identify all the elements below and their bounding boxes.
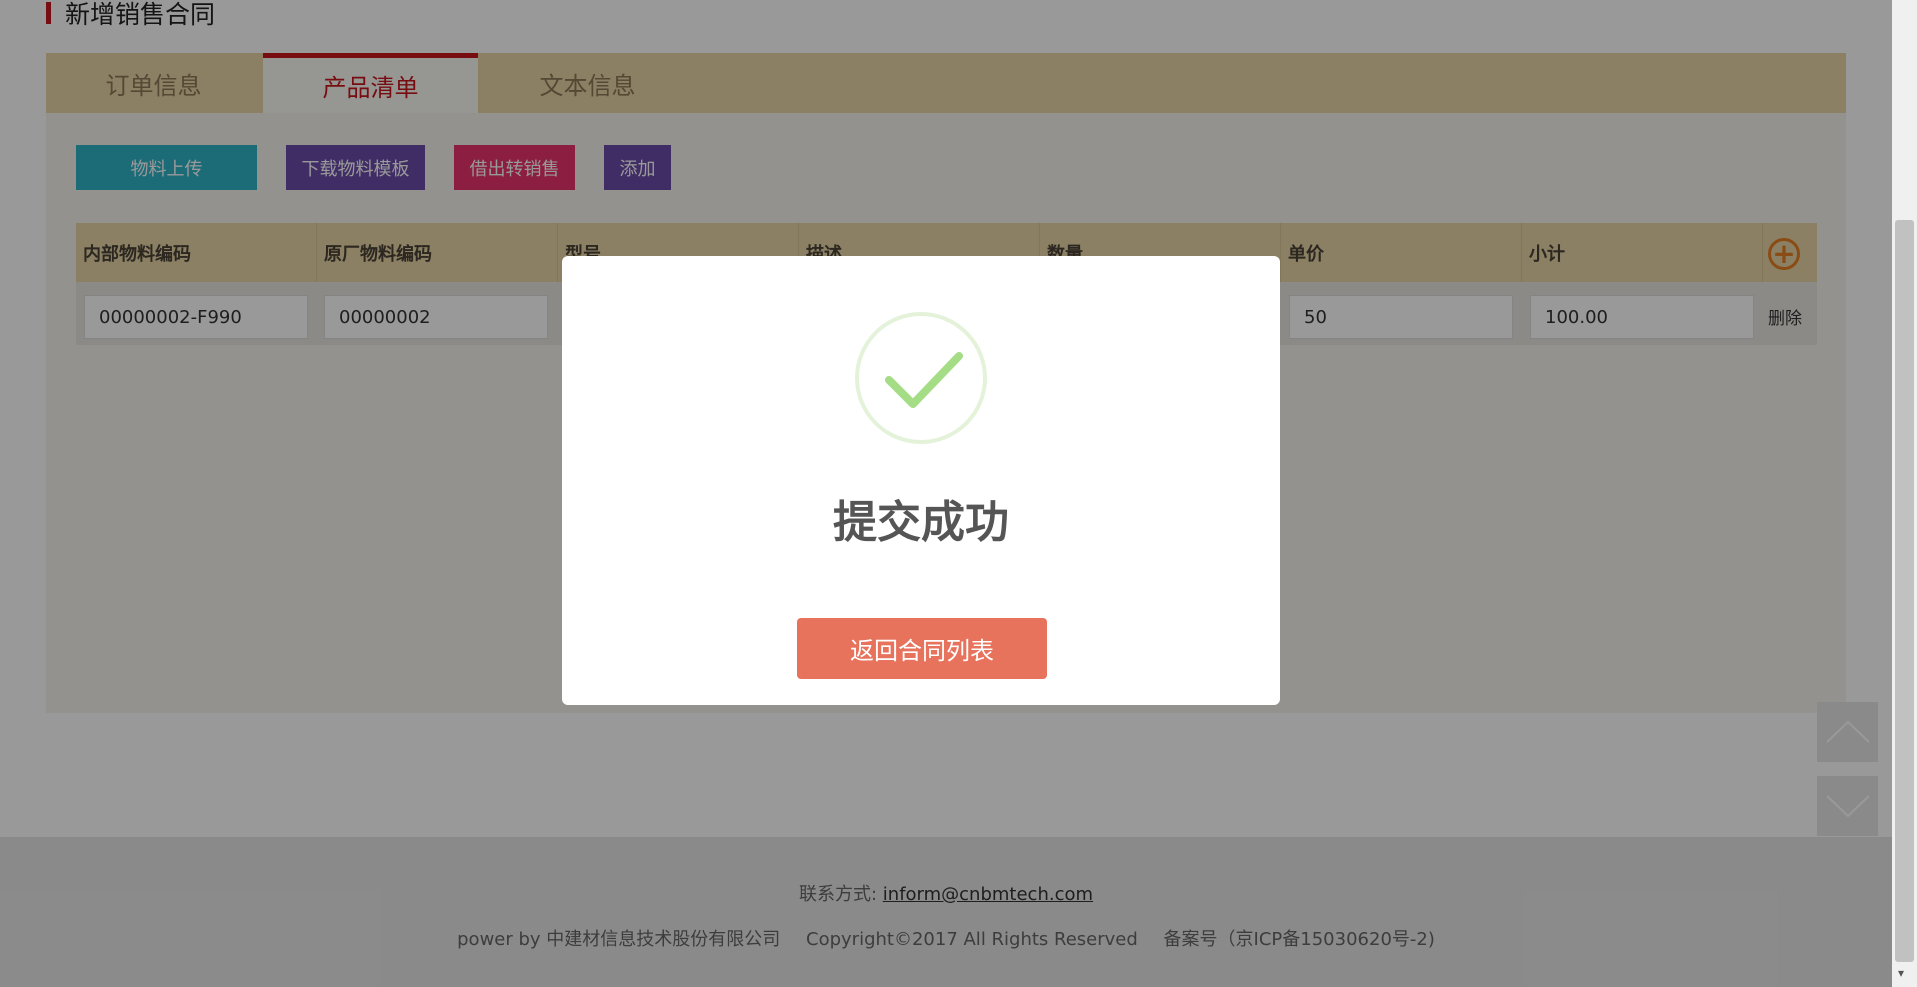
return-to-contract-list-button[interactable]: 返回合同列表: [797, 618, 1047, 679]
success-dialog: 提交成功 返回合同列表: [562, 256, 1280, 705]
dialog-title: 提交成功: [833, 497, 1009, 548]
success-check-icon: [855, 312, 987, 444]
scrollbar-thumb[interactable]: [1895, 220, 1914, 962]
checkmark-icon: [885, 352, 963, 408]
scroll-down-arrow-icon[interactable]: ▾: [1898, 966, 1904, 980]
